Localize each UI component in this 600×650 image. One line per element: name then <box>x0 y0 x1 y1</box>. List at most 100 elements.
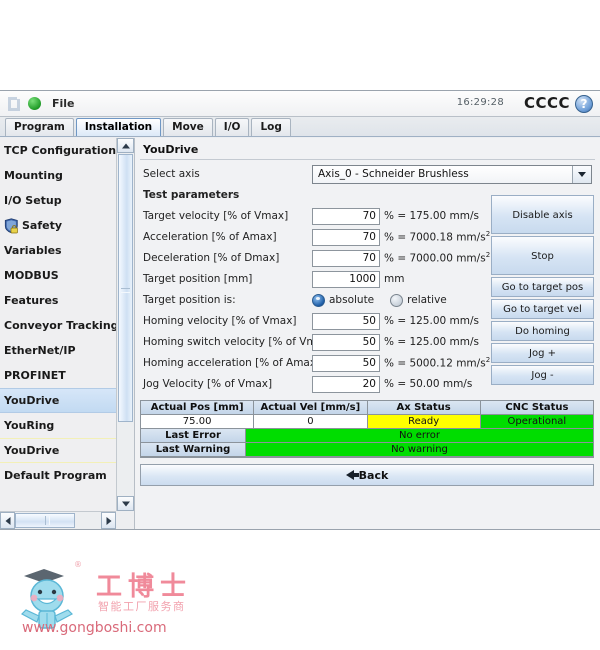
unit-text: % = 7000.18 mm/s <box>384 231 486 244</box>
value-cnc-status: Operational <box>480 415 593 429</box>
target-velocity-input[interactable]: 70 <box>312 207 380 225</box>
back-button[interactable]: Back <box>140 464 594 486</box>
registered-mark: ® <box>74 560 82 569</box>
sidebar-item-default-program[interactable]: Default Program <box>0 463 116 488</box>
radio-relative-label: relative <box>407 294 447 306</box>
homing-switch-velocity-unit: % = 125.00 mm/s <box>384 336 479 348</box>
jog-minus-button[interactable]: Jog - <box>491 365 594 385</box>
target-position-is-label: Target position is: <box>143 294 236 306</box>
header-actual-vel: Actual Vel [mm/s] <box>254 401 368 415</box>
scroll-right-arrow-icon[interactable] <box>101 512 116 529</box>
sidebar: TCP Configuration Mounting I/O Setup Saf… <box>0 138 135 529</box>
sidebar-item-mounting[interactable]: Mounting <box>0 163 116 188</box>
unit-exponent: 2 <box>485 356 491 365</box>
sidebar-item-youdrive-2[interactable]: YouDrive <box>0 438 116 463</box>
label-last-warning: Last Warning <box>141 443 246 457</box>
tab-move[interactable]: Move <box>163 118 213 136</box>
target-velocity-label: Target velocity [% of Vmax] <box>143 210 289 222</box>
go-to-target-pos-button[interactable]: Go to target pos <box>491 277 594 297</box>
sidebar-item-label: YouDrive <box>4 444 60 457</box>
sidebar-item-modbus[interactable]: MODBUS <box>0 263 116 288</box>
value-last-error: No error <box>246 429 593 443</box>
sidebar-item-label: TCP Configuration <box>4 144 116 157</box>
label-last-error: Last Error <box>141 429 246 443</box>
deceleration-input[interactable]: 70 <box>312 249 380 267</box>
sidebar-item-ethernet-ip[interactable]: EtherNet/IP <box>0 338 116 363</box>
sidebar-item-youring[interactable]: YouRing <box>0 413 116 438</box>
table-row-last-warning: Last Warning No warning <box>141 443 593 457</box>
sidebar-item-profinet[interactable]: PROFINET <box>0 363 116 388</box>
radio-relative[interactable] <box>390 293 404 307</box>
acceleration-label: Acceleration [% of Amax] <box>143 231 277 243</box>
tab-installation[interactable]: Installation <box>75 118 162 136</box>
header-cnc-status: CNC Status <box>480 401 593 415</box>
homing-velocity-label: Homing velocity [% of Vmax] <box>143 315 297 327</box>
header-actual-pos: Actual Pos [mm] <box>141 401 255 415</box>
tab-io[interactable]: I/O <box>214 118 250 136</box>
sidebar-item-label: Features <box>4 294 59 307</box>
content-area: TCP Configuration Mounting I/O Setup Saf… <box>0 138 600 529</box>
back-arrow-icon <box>345 470 359 480</box>
tab-log[interactable]: Log <box>251 118 291 136</box>
sidebar-item-safety[interactable]: Safety <box>0 213 116 238</box>
radio-absolute-label: absolute <box>329 294 375 306</box>
sidebar-item-label: MODBUS <box>4 269 59 282</box>
go-to-target-vel-button[interactable]: Go to target vel <box>491 299 594 319</box>
jog-plus-button[interactable]: Jog + <box>491 343 594 363</box>
homing-acceleration-unit: % = 5000.12 mm/s2 <box>384 356 490 370</box>
select-axis-dropdown[interactable]: Axis_0 - Schneider Brushless <box>312 164 592 184</box>
test-parameters-label: Test parameters <box>143 189 240 201</box>
application-window: File 16:29:28 CCCC ? Program Installatio… <box>0 90 600 530</box>
homing-velocity-input[interactable]: 50 <box>312 312 380 330</box>
sidebar-item-variables[interactable]: Variables <box>0 238 116 263</box>
select-axis-value: Axis_0 - Schneider Brushless <box>318 168 469 180</box>
scroll-up-arrow-icon[interactable] <box>117 138 134 153</box>
jog-velocity-input[interactable]: 20 <box>312 375 380 393</box>
disable-axis-button[interactable]: Disable axis <box>491 195 594 234</box>
homing-switch-velocity-input[interactable]: 50 <box>312 333 380 351</box>
clock: 16:29:28 <box>456 97 504 108</box>
select-axis-label: Select axis <box>143 168 200 180</box>
chevron-down-icon[interactable] <box>572 165 591 183</box>
sidebar-item-youdrive[interactable]: YouDrive <box>0 388 116 413</box>
scroll-left-arrow-icon[interactable] <box>0 512 15 529</box>
acceleration-input[interactable]: 70 <box>312 228 380 246</box>
sidebar-item-conveyor-tracking[interactable]: Conveyor Tracking <box>0 313 116 338</box>
sidebar-list: TCP Configuration Mounting I/O Setup Saf… <box>0 138 116 511</box>
homing-velocity-unit: % = 125.00 mm/s <box>384 315 479 327</box>
watermark: ® 工博士 智能工厂服务商 www.gongboshi.com <box>14 560 224 642</box>
unit-exponent: 2 <box>485 230 491 239</box>
sidebar-vertical-scrollbar[interactable] <box>116 138 134 511</box>
tab-program[interactable]: Program <box>5 118 74 136</box>
app-logo-icon <box>6 95 24 113</box>
watermark-url: www.gongboshi.com <box>22 620 167 636</box>
stop-button[interactable]: Stop <box>491 236 594 275</box>
sidebar-item-io-setup[interactable]: I/O Setup <box>0 188 116 213</box>
sidebar-item-label: EtherNet/IP <box>4 344 76 357</box>
acceleration-unit: % = 7000.18 mm/s2 <box>384 230 490 244</box>
sidebar-item-label: YouRing <box>4 419 55 432</box>
value-last-warning: No warning <box>246 443 593 457</box>
table-row: 75.00 0 Ready Operational <box>141 415 593 429</box>
vertical-scroll-thumb[interactable] <box>118 154 133 422</box>
sidebar-item-tcp-configuration[interactable]: TCP Configuration <box>0 138 116 163</box>
table-header-row: Actual Pos [mm] Actual Vel [mm/s] Ax Sta… <box>141 401 593 415</box>
deceleration-label: Deceleration [% of Dmax] <box>143 252 280 264</box>
sidebar-item-label: PROFINET <box>4 369 66 382</box>
target-position-input[interactable]: 1000 <box>312 270 380 288</box>
jog-velocity-label: Jog Velocity [% of Vmax] <box>143 378 273 390</box>
horizontal-scroll-thumb[interactable] <box>15 513 75 528</box>
menu-item-file[interactable]: File <box>46 95 81 112</box>
target-velocity-unit: % = 175.00 mm/s <box>384 210 479 222</box>
help-icon[interactable]: ? <box>575 95 593 113</box>
scroll-down-arrow-icon[interactable] <box>117 496 134 511</box>
homing-switch-velocity-label: Homing switch velocity [% of Vmax] <box>143 336 334 348</box>
file-menu-icon[interactable] <box>28 97 41 110</box>
homing-acceleration-input[interactable]: 50 <box>312 354 380 372</box>
do-homing-button[interactable]: Do homing <box>491 321 594 341</box>
jog-velocity-unit: % = 50.00 mm/s <box>384 378 473 390</box>
sidebar-item-features[interactable]: Features <box>0 288 116 313</box>
radio-absolute[interactable] <box>312 293 325 307</box>
action-button-group: Disable axis Stop Go to target pos Go to… <box>491 195 594 387</box>
sidebar-horizontal-scrollbar[interactable] <box>0 511 116 529</box>
